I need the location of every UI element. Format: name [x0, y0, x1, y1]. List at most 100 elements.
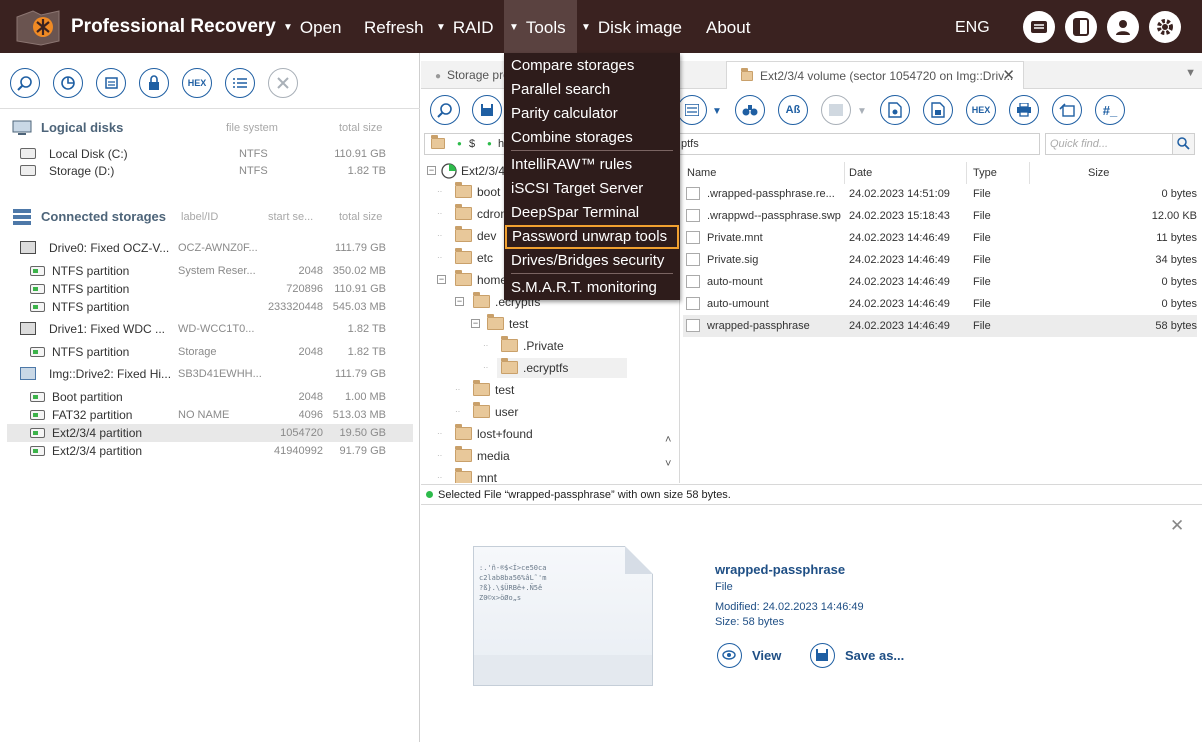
file-row[interactable]: auto-umount 24.02.2023 14:46:49 File 0 byte…: [683, 293, 1197, 315]
collapse-icon[interactable]: −: [427, 166, 436, 175]
partition-row[interactable]: NTFS partition System Reser... 2048 350.02 …: [7, 262, 413, 280]
view-mode-button[interactable]: [677, 95, 707, 125]
file-save-button[interactable]: [923, 95, 953, 125]
tree-node[interactable]: ·· mnt: [437, 468, 581, 483]
tools-menu-item[interactable]: Compare storages: [504, 54, 680, 78]
tree-connector: ··: [437, 187, 443, 196]
preview-dropdown-icon[interactable]: ▼: [857, 106, 867, 117]
export-button[interactable]: [1052, 95, 1082, 125]
search-button[interactable]: [430, 95, 460, 125]
quick-find-button[interactable]: [1172, 134, 1194, 154]
collapse-icon[interactable]: −: [455, 297, 464, 306]
file-type: File: [973, 276, 991, 288]
logical-disk-row[interactable]: Local Disk (C:) NTFS 110.91 GB: [7, 145, 413, 163]
scroll-down-icon[interactable]: ˅: [665, 458, 671, 470]
hex-button[interactable]: HEX: [182, 68, 212, 98]
col-type-header[interactable]: Type: [973, 162, 997, 184]
save-as-button[interactable]: Save as...: [810, 642, 910, 670]
storage-drive-row[interactable]: Img::Drive2: Fixed Hi... SB3D41EWHH... 111…: [7, 365, 413, 383]
hex-view-button[interactable]: HEX: [966, 95, 996, 125]
tab-overflow-icon[interactable]: ▼: [1185, 67, 1196, 79]
storage-drive-row[interactable]: Drive1: Fixed WDC ... WD-WCC1T0... 1.82 TB: [7, 320, 413, 338]
path-segment-current[interactable]: ptfs: [681, 134, 699, 154]
tree-node[interactable]: ·· .ecryptfs: [483, 358, 627, 378]
collapse-icon[interactable]: −: [471, 319, 480, 328]
file-row[interactable]: Private.sig 24.02.2023 14:46:49 File 34 byt…: [683, 249, 1197, 271]
close-storage-button[interactable]: [268, 68, 298, 98]
settings-button[interactable]: [1149, 11, 1181, 43]
tools-menu-item[interactable]: iSCSI Target Server: [504, 177, 680, 201]
file-size: 0 bytes: [1161, 298, 1197, 310]
menu-refresh[interactable]: Refresh: [364, 0, 424, 53]
lock-button[interactable]: [139, 68, 169, 98]
collapse-icon[interactable]: −: [437, 275, 446, 284]
file-gear-icon: [888, 102, 902, 118]
partition-row[interactable]: Boot partition 2048 1.00 MB: [7, 388, 413, 406]
print-icon: [1017, 103, 1031, 117]
tree-node[interactable]: − test: [471, 314, 613, 334]
log-button[interactable]: [1023, 11, 1055, 43]
partition-row[interactable]: Ext2/3/4 partition 1054720 19.50 GB: [7, 424, 413, 442]
tools-menu-item[interactable]: Password unwrap tools: [505, 225, 679, 249]
file-row[interactable]: wrapped-passphrase 24.02.2023 14:46:49 Fil…: [683, 315, 1197, 337]
hash-button[interactable]: #_: [1095, 95, 1125, 125]
view-mode-dropdown-icon[interactable]: ▼: [712, 106, 722, 117]
tree-node[interactable]: ·· test: [455, 380, 599, 400]
tree-node[interactable]: ·· .Private: [483, 336, 627, 356]
path-segment[interactable]: $: [469, 134, 475, 154]
file-type: File: [973, 254, 991, 266]
col-date-header[interactable]: Date: [849, 162, 872, 184]
close-preview-icon[interactable]: ✕: [1170, 516, 1184, 536]
partition-row[interactable]: FAT32 partition NO NAME 4096 513.03 MB: [7, 406, 413, 424]
menu-disk-image[interactable]: ▼ Disk image: [581, 0, 682, 53]
scroll-up-icon[interactable]: ˄: [665, 434, 671, 446]
file-row[interactable]: Private.mnt 24.02.2023 14:46:49 File 11 byt…: [683, 227, 1197, 249]
file-row[interactable]: auto-mount 24.02.2023 14:46:49 File 0 bytes: [683, 271, 1197, 293]
menu-tools[interactable]: ▼ Tools: [504, 0, 577, 53]
tools-menu-item[interactable]: S.M.A.R.T. monitoring: [504, 276, 680, 300]
save-button[interactable]: [472, 95, 502, 125]
partition-row[interactable]: NTFS partition 233320448 545.03 MB: [7, 298, 413, 316]
list-button[interactable]: [225, 68, 255, 98]
tools-menu-item[interactable]: Parallel search: [504, 78, 680, 102]
view-button[interactable]: View: [717, 642, 797, 670]
storage-drive-row[interactable]: Drive0: Fixed OCZ-V... OCZ-AWNZ0F... 111.7…: [7, 239, 413, 257]
print-button[interactable]: [1009, 95, 1039, 125]
col-size-header[interactable]: Size: [1088, 162, 1109, 184]
tree-node[interactable]: ·· media: [437, 446, 581, 466]
col-name-header[interactable]: Name: [687, 162, 716, 184]
file-icon: [686, 209, 700, 222]
partition-row[interactable]: NTFS partition Storage 2048 1.82 TB: [7, 343, 413, 361]
tools-menu-item[interactable]: Parity calculator: [504, 102, 680, 126]
scan-button[interactable]: [96, 68, 126, 98]
tools-menu-item[interactable]: Combine storages: [504, 126, 680, 150]
menu-open[interactable]: ▼ Open: [283, 0, 342, 53]
tab-ext-volume[interactable]: Ext2/3/4 volume (sector 1054720 on Img::…: [726, 61, 1024, 89]
file-row[interactable]: .wrappwd--passphrase.swp 24.02.2023 15:18…: [683, 205, 1197, 227]
file-icon: [686, 187, 700, 200]
quick-find-input[interactable]: Quick find...: [1045, 133, 1195, 155]
file-row[interactable]: .wrapped-passphrase.re... 24.02.2023 14:5…: [683, 183, 1197, 205]
file-settings-button[interactable]: [880, 95, 910, 125]
preview-button[interactable]: [821, 95, 851, 125]
tools-menu-item[interactable]: Drives/Bridges security: [504, 249, 680, 273]
tools-menu-item[interactable]: IntelliRAW™ rules: [504, 153, 680, 177]
preview-modified: Modified: 24.02.2023 14:46:49: [715, 601, 864, 613]
find-button[interactable]: [735, 95, 765, 125]
chart-button[interactable]: [53, 68, 83, 98]
user-button[interactable]: [1107, 11, 1139, 43]
tree-node[interactable]: ·· user: [455, 402, 599, 422]
disk-icon: [20, 165, 36, 176]
menu-raid[interactable]: ▼ RAID: [436, 0, 494, 53]
partition-row[interactable]: Ext2/3/4 partition 41940992 91.79 GB: [7, 442, 413, 460]
zoom-button[interactable]: [10, 68, 40, 98]
menu-about[interactable]: About: [706, 0, 750, 53]
logical-disk-row[interactable]: Storage (D:) NTFS 1.82 TB: [7, 162, 413, 180]
partition-row[interactable]: NTFS partition 720896 110.91 GB: [7, 280, 413, 298]
panel-toggle-button[interactable]: [1065, 11, 1097, 43]
language-selector[interactable]: ENG: [955, 0, 990, 55]
tools-menu-item[interactable]: DeepSpar Terminal: [504, 201, 680, 225]
tree-node[interactable]: ·· lost+found: [437, 424, 581, 444]
case-button[interactable]: Aß: [778, 95, 808, 125]
tab-close-icon[interactable]: ✕: [1002, 62, 1015, 89]
